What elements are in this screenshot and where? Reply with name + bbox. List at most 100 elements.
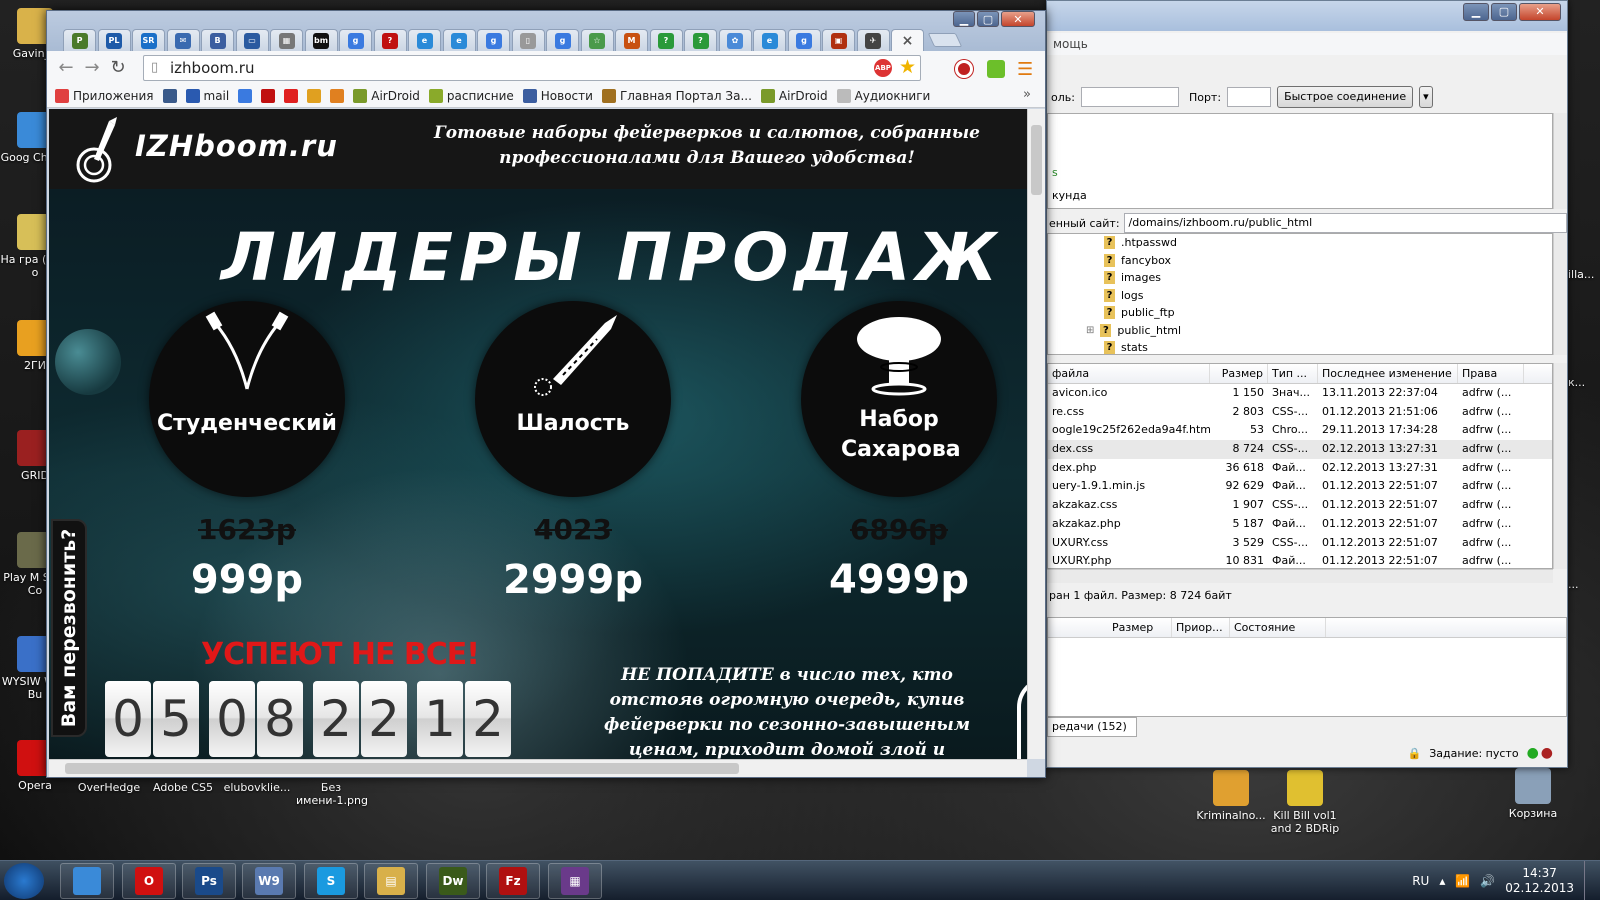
minimize-button[interactable]: ▁ (1463, 3, 1489, 21)
browser-tab[interactable]: PL (97, 29, 131, 51)
bookmark-item[interactable] (307, 88, 327, 103)
bookmark-item[interactable]: Приложения (55, 88, 160, 103)
taskbar-app-button[interactable]: Fz (486, 863, 540, 899)
bookmark-item[interactable]: AirDroid (353, 88, 426, 103)
maximize-button[interactable]: ▢ (1491, 3, 1517, 21)
bookmark-item[interactable]: AirDroid (760, 88, 834, 103)
queue-tab-transfers[interactable]: редачи (152) (1047, 717, 1137, 737)
bookmark-item[interactable] (238, 88, 258, 103)
desktop-icon[interactable]: Kill Bill vol1 and 2 BDRip (1270, 770, 1340, 835)
browser-tab[interactable]: ▯ (511, 29, 545, 51)
site-logo-text[interactable]: IZHboom.ru (135, 129, 338, 163)
column-header[interactable]: Размер (1108, 618, 1172, 637)
browser-tab[interactable]: e (753, 29, 786, 51)
tree-scrollbar[interactable] (1553, 233, 1567, 355)
taskbar-app-button[interactable]: O (122, 863, 176, 899)
page-vertical-scrollbar[interactable] (1027, 109, 1045, 759)
column-header[interactable]: Состояние (1230, 618, 1326, 637)
quick-connect-button[interactable]: Быстрое соединение (1277, 86, 1414, 108)
browser-tab[interactable]: ? (684, 29, 717, 51)
browser-tab[interactable]: × (891, 29, 924, 51)
scrollbar-thumb[interactable] (65, 763, 739, 774)
table-row[interactable]: re.css 2 803 CSS-... 01.12.2013 21:51:06 adf… (1048, 403, 1552, 422)
product-circle[interactable]: Набор Сахарова (801, 301, 997, 497)
page-horizontal-scrollbar[interactable] (49, 759, 1027, 777)
scrollbar-thumb[interactable] (1031, 125, 1042, 195)
table-row[interactable]: akzakaz.css 1 907 CSS-... 01.12.2013 22:51:… (1048, 496, 1552, 515)
volume-icon[interactable]: 🔊 (1480, 874, 1495, 888)
maximize-button[interactable]: ▢ (977, 11, 999, 27)
browser-tab[interactable]: ☆ (580, 29, 614, 51)
column-header[interactable]: файла (1048, 364, 1210, 383)
tree-item[interactable]: ? fancybox (1048, 252, 1552, 270)
table-row[interactable]: dex.css 8 724 CSS-... 02.12.2013 13:27:31 ad… (1048, 440, 1552, 459)
tree-item[interactable]: ? .htpasswd (1048, 234, 1552, 252)
taskbar-app-button[interactable] (60, 863, 114, 899)
browser-tab[interactable]: ▭ (235, 29, 269, 51)
table-row[interactable]: akzakaz.php 5 187 Фай... 01.12.2013 22:51:0… (1048, 515, 1552, 534)
clock[interactable]: 14:37 02.12.2013 (1505, 866, 1574, 896)
taskbar-app-button[interactable]: Dw (426, 863, 480, 899)
bookmarks-more-icon[interactable]: » (1023, 87, 1031, 102)
table-row[interactable]: avicon.ico 1 150 Знач... 13.11.2013 22:37:0… (1048, 384, 1552, 403)
bookmark-star-icon[interactable]: ★ (899, 55, 916, 79)
desktop-icon[interactable]: Корзина (1498, 768, 1568, 820)
browser-tab[interactable]: bm (304, 29, 338, 51)
browser-tab[interactable]: P (63, 29, 96, 51)
extension-icon[interactable] (955, 60, 973, 78)
tree-item[interactable]: ⊞? public_html (1048, 322, 1552, 340)
desktop-icon[interactable]: Kriminalno... (1196, 770, 1266, 822)
new-tab-button[interactable] (927, 33, 963, 47)
network-icon[interactable]: 📶 (1455, 874, 1470, 888)
browser-tab[interactable]: g (546, 29, 579, 51)
browser-tab[interactable]: ? (649, 29, 683, 51)
browser-tab[interactable]: g (477, 29, 510, 51)
bookmark-item[interactable]: Новости (522, 88, 599, 103)
callback-button[interactable]: Вам перезвонить? (51, 519, 87, 737)
browser-tab[interactable]: B (201, 29, 234, 51)
table-row[interactable]: dex.php 36 618 Фай... 02.12.2013 13:27:31 ad… (1048, 459, 1552, 478)
table-row[interactable]: oogle19c25f262eda9a4f.html 53 Chro... 29.11… (1048, 421, 1552, 440)
start-button[interactable] (4, 863, 44, 899)
browser-tab[interactable]: ▣ (822, 29, 855, 51)
column-header[interactable]: Размер (1210, 364, 1268, 383)
browser-tab[interactable]: e (408, 29, 441, 51)
quick-connect-dropdown-icon[interactable]: ▾ (1419, 86, 1433, 108)
bookmark-item[interactable]: Аудиокниги (836, 88, 937, 103)
taskbar-app-button[interactable]: ▤ (364, 863, 418, 899)
browser-tab[interactable]: e (442, 29, 476, 51)
column-header[interactable]: Тип ... (1268, 364, 1318, 383)
forward-icon[interactable]: → (79, 57, 105, 78)
browser-tab[interactable]: g (339, 29, 372, 51)
bookmark-item[interactable] (330, 88, 350, 103)
extension-icon[interactable] (987, 60, 1005, 78)
taskbar-app-button[interactable]: W9 (242, 863, 296, 899)
column-header[interactable]: Последнее изменение (1318, 364, 1458, 383)
remote-path-input[interactable]: /domains/izhboom.ru/public_html (1123, 213, 1567, 233)
close-button[interactable]: ✕ (1519, 3, 1561, 21)
close-button[interactable]: ✕ (1001, 11, 1035, 27)
adblock-icon[interactable]: ABP (874, 59, 892, 77)
tree-expand-icon[interactable]: ⊞ (1086, 325, 1094, 336)
port-input[interactable] (1227, 87, 1272, 107)
bookmark-item[interactable] (284, 88, 304, 103)
tray-expand-icon[interactable]: ▴ (1439, 874, 1445, 888)
reload-icon[interactable]: ↻ (105, 57, 131, 78)
taskbar-app-button[interactable]: S (304, 863, 358, 899)
browser-tab[interactable]: ✿ (718, 29, 752, 51)
taskbar-app-button[interactable]: Ps (182, 863, 236, 899)
table-row[interactable]: UXURY.css 3 529 CSS-... 01.12.2013 22:51:07… (1048, 534, 1552, 553)
browser-tab[interactable]: ✈ (856, 29, 890, 51)
browser-tab[interactable]: g (787, 29, 821, 51)
language-indicator[interactable]: RU (1412, 874, 1429, 888)
file-list-hscrollbar[interactable] (1047, 569, 1553, 583)
tab-close-icon[interactable]: × (900, 33, 916, 49)
browser-tab[interactable]: ▦ (270, 29, 303, 51)
menu-icon[interactable]: ☰ (1017, 59, 1033, 80)
address-bar[interactable]: ▯ izhboom.ru ABP ★ (143, 55, 921, 81)
log-scrollbar[interactable] (1553, 113, 1567, 209)
browser-tab[interactable]: ✉ (166, 29, 200, 51)
bookmark-item[interactable]: mail (185, 88, 236, 103)
bookmark-item[interactable]: Главная Портал За... (601, 88, 758, 103)
bookmark-item[interactable] (162, 88, 183, 103)
